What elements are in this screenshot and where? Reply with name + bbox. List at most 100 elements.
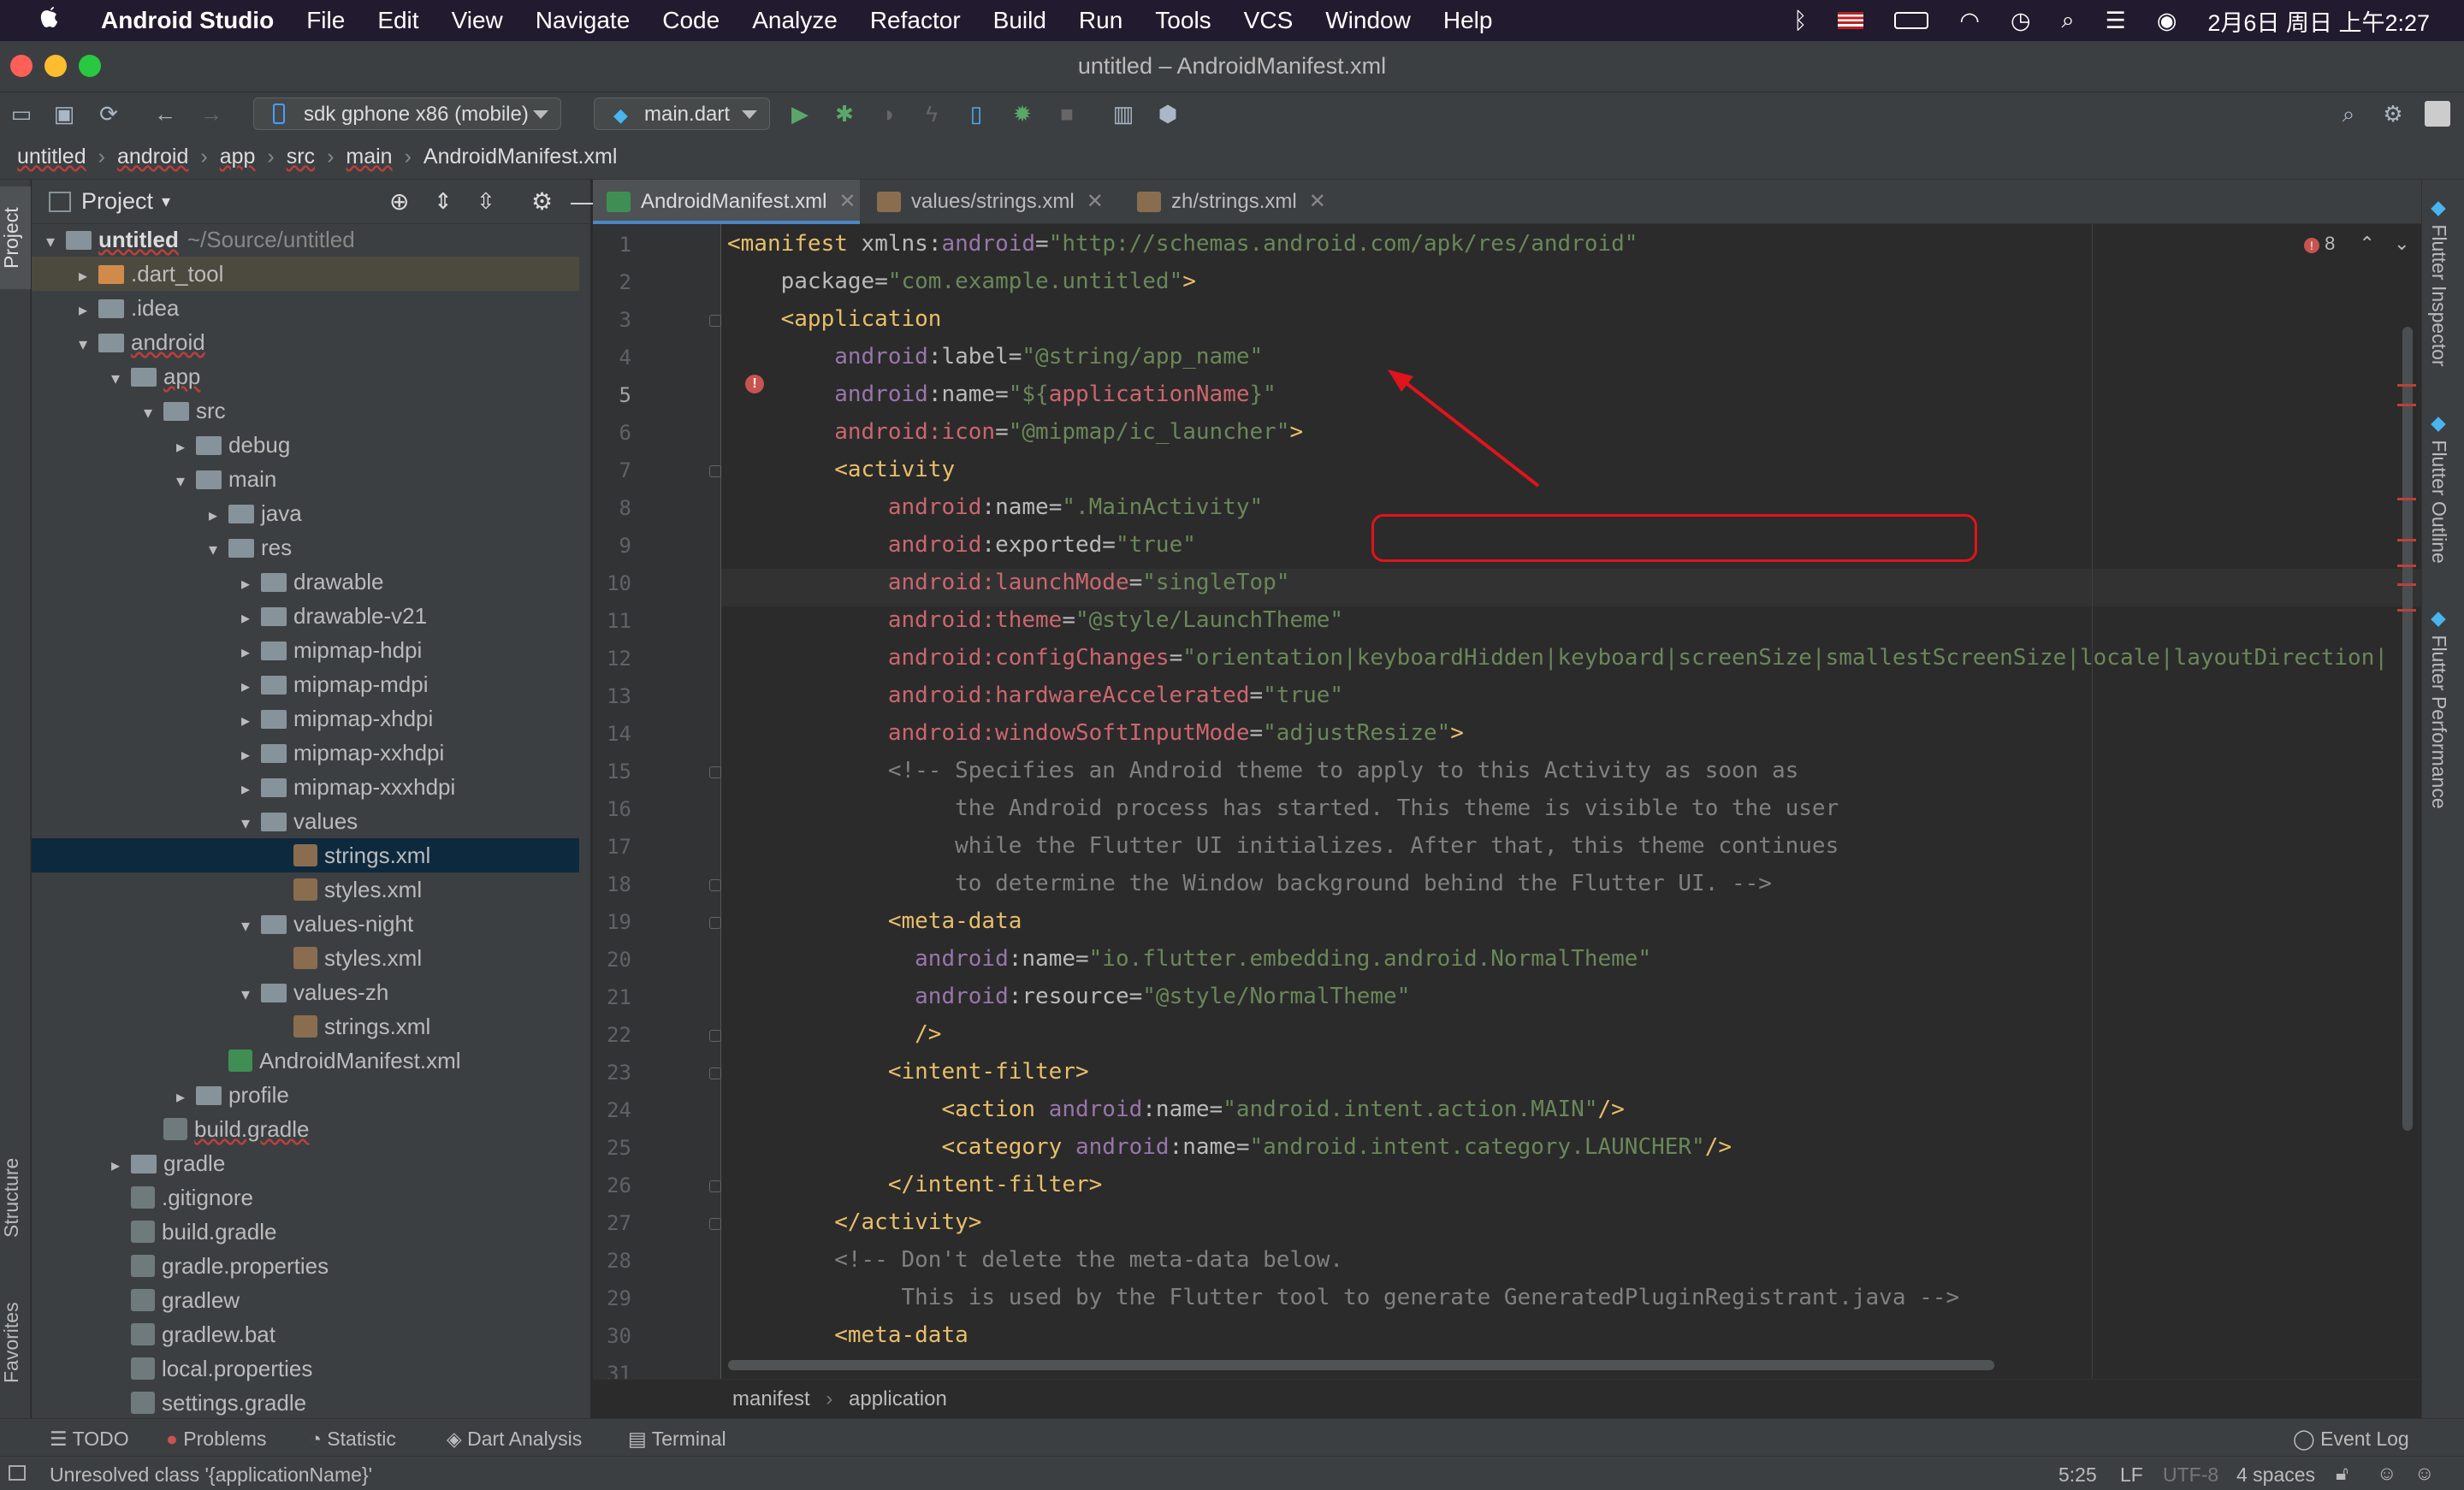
tree-item[interactable]: local.properties <box>32 1351 579 1386</box>
menu-refactor[interactable]: Refactor <box>870 7 961 34</box>
fold-marker-icon[interactable] <box>709 917 721 929</box>
line-number[interactable]: 19 <box>580 910 631 934</box>
code-line[interactable]: package="com.example.untitled"> <box>727 269 1196 294</box>
line-number[interactable]: 13 <box>580 684 631 708</box>
breadcrumb-item[interactable]: main <box>346 145 392 169</box>
tree-item[interactable]: ▸ mipmap-xxhdpi <box>32 736 579 770</box>
tree-item[interactable]: .gitignore <box>32 1180 579 1215</box>
line-number[interactable]: 29 <box>580 1286 631 1310</box>
crumb-application[interactable]: application <box>849 1387 947 1410</box>
tree-item[interactable]: AndroidManifest.xml <box>32 1044 579 1078</box>
menu-file[interactable]: File <box>306 7 345 34</box>
tree-item[interactable]: ▸ .dart_tool <box>32 257 579 291</box>
todo-tool-button[interactable]: ☰ TODO <box>50 1428 129 1451</box>
tree-item[interactable]: strings.xml <box>32 1009 579 1044</box>
problems-tool-button[interactable]: ● Problems <box>166 1428 266 1451</box>
line-number[interactable]: 4 <box>580 346 631 370</box>
status-message[interactable]: Unresolved class '{applicationName}' <box>50 1463 372 1487</box>
fold-marker-icon[interactable] <box>709 315 721 327</box>
indent-setting[interactable]: 4 spaces <box>2236 1463 2315 1487</box>
expand-arrow-icon[interactable]: ▾ <box>172 464 189 499</box>
expand-all-icon[interactable]: ⇕ <box>434 188 453 215</box>
code-line[interactable]: android:label="@string/app_name" <box>727 344 1263 370</box>
error-stripe-marker[interactable] <box>2397 498 2416 500</box>
code-line[interactable]: android:name="${applicationName}" <box>727 381 1276 407</box>
save-icon[interactable]: ▣ <box>51 101 77 127</box>
editor-scrollbar[interactable] <box>2402 327 2413 1131</box>
expand-arrow-icon[interactable]: ▸ <box>172 1080 189 1115</box>
fold-marker-icon[interactable] <box>709 766 721 778</box>
menu-build[interactable]: Build <box>993 7 1046 34</box>
tree-item[interactable]: ▸ profile <box>32 1078 579 1112</box>
time-machine-icon[interactable]: ◷ <box>2011 8 2031 34</box>
tree-item[interactable]: ▾ app <box>32 359 579 393</box>
expand-arrow-icon[interactable]: ▸ <box>172 430 189 464</box>
line-number-gutter[interactable]: 1 2 3 4 5 6 7 8 9 10 11 12 13 14 15 16 17 18 19 20 21 22 23 24 2… <box>593 224 721 1386</box>
code-line[interactable]: android:resource="@style/NormalTheme" <box>727 984 1410 1009</box>
tree-item[interactable]: styles.xml <box>32 941 579 975</box>
app-menu[interactable]: Android Studio <box>101 7 274 34</box>
locate-file-icon[interactable]: ⊕ <box>389 187 409 216</box>
fold-marker-icon[interactable] <box>709 465 721 477</box>
menu-tools[interactable]: Tools <box>1155 7 1211 34</box>
tree-item[interactable]: strings.xml <box>32 838 579 872</box>
code-line[interactable]: android:exported="true" <box>727 532 1196 558</box>
menu-run[interactable]: Run <box>1079 7 1122 34</box>
menu-code[interactable]: Code <box>662 7 720 34</box>
panel-settings-gear-icon[interactable]: ⚙ <box>531 187 553 216</box>
line-number[interactable]: 11 <box>580 609 631 633</box>
code-line[interactable]: <!-- Don't delete the meta-data below. <box>727 1247 1343 1273</box>
expand-arrow-icon[interactable]: ▸ <box>74 293 92 328</box>
expand-arrow-icon[interactable]: ▸ <box>237 772 254 807</box>
expand-arrow-icon[interactable]: ▾ <box>42 225 59 259</box>
line-number[interactable]: 24 <box>580 1098 631 1122</box>
line-number[interactable]: 12 <box>580 647 631 671</box>
file-encoding[interactable]: UTF-8 <box>2163 1463 2218 1487</box>
project-view-selector[interactable]: Project <box>81 188 153 215</box>
tree-item[interactable]: ▸ gradle <box>32 1146 579 1180</box>
tree-item[interactable]: ▸ drawable <box>32 565 579 599</box>
fold-marker-icon[interactable] <box>709 1030 721 1042</box>
code-line[interactable]: /> <box>727 1021 941 1047</box>
terminal-tool-button[interactable]: ▤ Terminal <box>628 1428 726 1451</box>
expand-arrow-icon[interactable]: ▾ <box>204 533 222 567</box>
line-number[interactable]: 28 <box>580 1249 631 1273</box>
profile-icon[interactable]: ✹ <box>1010 101 1035 127</box>
apple-icon[interactable] <box>33 3 67 38</box>
error-stripe-marker[interactable] <box>2397 609 2416 612</box>
code-line[interactable]: android:name="io.flutter.embedding.andro… <box>727 946 1651 972</box>
tree-item[interactable]: ▸ mipmap-xhdpi <box>32 701 579 736</box>
menu-view[interactable]: View <box>452 7 503 34</box>
code-line[interactable]: <meta-data <box>727 908 1022 934</box>
tree-item[interactable]: ▾ values-night <box>32 907 579 941</box>
code-line[interactable]: <!-- Specifies an Android theme to apply… <box>727 758 1798 783</box>
line-number[interactable]: 23 <box>580 1061 631 1085</box>
code-line[interactable]: </intent-filter> <box>727 1172 1102 1197</box>
code-line[interactable]: android:windowSoftInputMode="adjustResiz… <box>727 720 1464 746</box>
code-line[interactable]: This is used by the Flutter tool to gene… <box>727 1285 1959 1310</box>
code-line[interactable]: android:hardwareAccelerated="true" <box>727 683 1343 708</box>
horizontal-scrollbar[interactable] <box>728 1360 1994 1370</box>
error-stripe-marker[interactable] <box>2397 539 2416 541</box>
back-arrow-icon[interactable]: ← <box>152 101 178 127</box>
statistic-tool-button[interactable]: ◔ Statistic <box>310 1428 396 1451</box>
run-icon[interactable]: ▶ <box>787 101 813 127</box>
expand-arrow-icon[interactable]: ▸ <box>74 259 92 293</box>
tree-item[interactable]: styles.xml <box>32 872 579 907</box>
error-stripe[interactable] <box>2392 224 2421 1379</box>
chevron-down-icon[interactable]: ▾ <box>162 191 170 212</box>
tree-item[interactable]: gradle.properties <box>32 1249 579 1283</box>
line-number[interactable]: 22 <box>580 1023 631 1047</box>
tree-item[interactable]: build.gradle <box>32 1215 579 1249</box>
battery-icon[interactable] <box>1894 12 1929 29</box>
line-number[interactable]: 30 <box>580 1324 631 1348</box>
dart-analysis-tool-button[interactable]: ◈ Dart Analysis <box>447 1428 582 1451</box>
run-config-selector[interactable]: ◆ main.dart <box>594 98 770 130</box>
apply-changes-icon[interactable]: ▯ <box>963 101 989 127</box>
expand-arrow-icon[interactable]: ▸ <box>237 738 254 772</box>
code-line[interactable]: while the Flutter UI initializes. After … <box>727 833 1839 859</box>
expand-arrow-icon[interactable]: ▾ <box>237 978 254 1012</box>
line-number[interactable]: 6 <box>580 421 631 445</box>
breadcrumb-item[interactable]: android <box>117 145 188 169</box>
line-number[interactable]: 18 <box>580 872 631 896</box>
